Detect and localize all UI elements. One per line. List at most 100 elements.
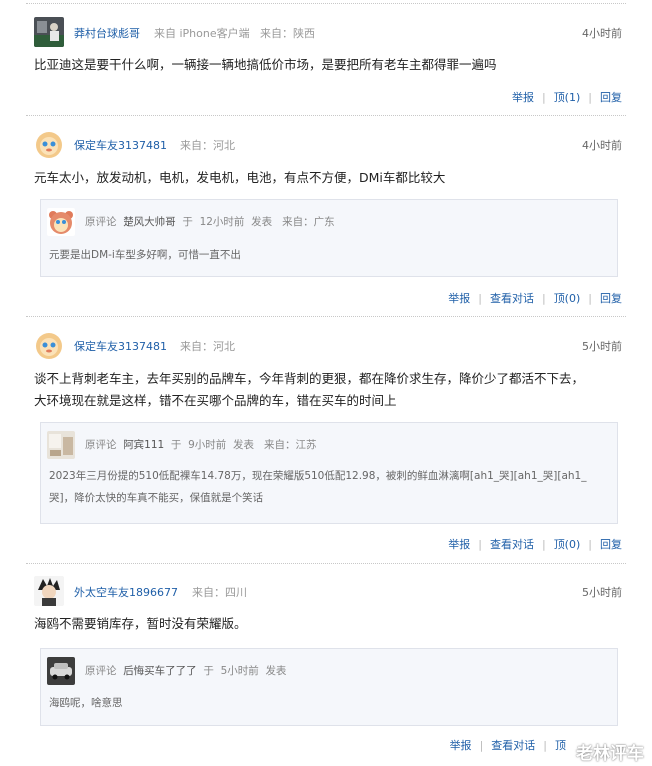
comment-header: 保定车友3137481 来自：河北 5小时前: [34, 330, 626, 360]
quote-posted: 发表: [251, 216, 273, 228]
quote-text: 海鸥呢，啥意思: [49, 697, 123, 709]
location-label: 来自：河北: [180, 139, 235, 152]
quote-text-line: 哭]，降价太快的车真不能买，保值就是个笑话: [49, 492, 264, 504]
dark-hair-character-avatar-icon: [34, 576, 64, 606]
comment-header: 莽村台球彪哥 来自 iPhone客户端 来自：陕西 4小时前: [34, 17, 626, 47]
like-link[interactable]: 顶: [555, 739, 566, 752]
view-conversation-link[interactable]: 查看对话: [491, 739, 535, 752]
comment-item: 外太空车友1896677 来自：四川 5小时前 海鸥不需要销库存，暂时没有荣耀版…: [26, 574, 626, 764]
divider: |: [588, 292, 592, 305]
quote-header: 原评论 后悔买车了了了 于 5小时前 发表: [85, 663, 286, 678]
quoted-comment: 原评论 阿宾111 于 9小时前 发表 来自：江苏 2023年三月份提的510低…: [40, 422, 618, 524]
quote-text-line: 2023年三月份提的510低配裸车14.78万，现在荣耀版510低配12.98，…: [49, 470, 587, 482]
comment-time: 4小时前: [582, 139, 622, 152]
car-photo-avatar-icon: [47, 657, 75, 685]
room-photo-avatar-icon: [47, 431, 75, 459]
view-conversation-link[interactable]: 查看对话: [490, 538, 534, 551]
quote-label: 原评论: [85, 665, 117, 677]
user-avatar[interactable]: [34, 129, 64, 159]
quote-avatar[interactable]: [47, 431, 75, 459]
username[interactable]: 保定车友3137481: [74, 137, 167, 153]
comment-item: 莽村台球彪哥 来自 iPhone客户端 来自：陕西 4小时前 比亚迪这是要干什么…: [26, 14, 626, 114]
reply-link[interactable]: 回复: [600, 538, 622, 551]
location-label: 来自：河北: [180, 340, 235, 353]
quote-avatar[interactable]: [47, 657, 75, 685]
quote-header: 原评论 阿宾111 于 9小时前 发表 来自：江苏: [85, 437, 317, 452]
comment-text-line: 大环境现在就是这样，错不在买哪个品牌的车，错在买车的时间上: [34, 393, 397, 408]
report-link[interactable]: 举报: [448, 292, 470, 305]
comment-item: 保定车友3137481 来自：河北 4小时前 元车太小，放发动机，电机，发电机，…: [26, 127, 626, 317]
quote-username[interactable]: 楚风大帅哥: [123, 216, 176, 228]
like-link[interactable]: 顶(0): [554, 292, 581, 305]
comment-time: 5小时前: [582, 586, 622, 599]
like-link[interactable]: 顶(1): [554, 91, 581, 104]
quote-location: 来自：江苏: [264, 439, 317, 451]
watermark: 老林评车: [576, 744, 644, 764]
quote-at: 于: [170, 439, 182, 451]
cartoon-face-avatar-icon: [34, 129, 64, 159]
quote-posted: 发表: [265, 665, 287, 677]
quote-text: 元要是出DM-i车型多好啊，可惜一直不出: [49, 249, 241, 261]
quote-label: 原评论: [85, 216, 117, 228]
quoted-comment: 原评论 后悔买车了了了 于 5小时前 发表 海鸥呢，啥意思: [40, 648, 618, 726]
divider: |: [541, 292, 546, 305]
divider: [26, 316, 626, 317]
top-divider: [26, 3, 626, 4]
comment-text-line: 谈不上背刺老车主，去年买别的品牌车，今年背刺的更狠，都在降价求生存，降价少了都活…: [34, 371, 585, 386]
quote-time: 5小时前: [220, 665, 259, 677]
user-avatar[interactable]: [34, 17, 64, 47]
location-label: 来自：陕西: [260, 27, 315, 40]
divider: |: [588, 538, 592, 551]
quote-time: 12小时前: [199, 216, 245, 228]
quote-at: 于: [182, 216, 193, 228]
report-link[interactable]: 举报: [512, 91, 534, 104]
divider: |: [478, 292, 482, 305]
comment-header: 外太空车友1896677 来自：四川 5小时前: [34, 576, 626, 606]
view-conversation-link[interactable]: 查看对话: [490, 292, 534, 305]
quote-header: 原评论 楚风大帅哥 于 12小时前 发表 来自：广东: [85, 214, 335, 229]
comment-actions: 举报 | 查看对话 | 顶(0) | 回复: [448, 290, 622, 306]
quote-username[interactable]: 后悔买车了了了: [123, 665, 197, 677]
divider: |: [478, 538, 482, 551]
divider: [26, 115, 626, 116]
comment-text: 元车太小，放发动机，电机，发电机，电池，有点不方便，DMi车都比较大: [34, 170, 446, 185]
quote-label: 原评论: [85, 439, 117, 451]
quote-time: 9小时前: [188, 439, 227, 451]
user-avatar[interactable]: [34, 330, 64, 360]
source-label: 来自 iPhone客户端: [154, 27, 250, 40]
comment-item: 保定车友3137481 来自：河北 5小时前 谈不上背刺老车主，去年买别的品牌车…: [26, 328, 626, 564]
quote-avatar[interactable]: [47, 208, 75, 236]
report-link[interactable]: 举报: [448, 538, 470, 551]
comment-time: 5小时前: [582, 340, 622, 353]
comment-text: 谈不上背刺老车主，去年买别的品牌车，今年背刺的更狠，都在降价求生存，降价少了都活…: [34, 368, 618, 412]
reply-link[interactable]: 回复: [600, 91, 622, 104]
like-link[interactable]: 顶(0): [554, 538, 581, 551]
reply-link[interactable]: 回复: [600, 292, 622, 305]
location-label: 来自：四川: [192, 586, 247, 599]
divider: |: [588, 91, 592, 104]
comment-text: 比亚迪这是要干什么啊，一辆接一辆地搞低价市场，是要把所有老车主都得罪一遍吗: [34, 57, 497, 72]
comment-actions: 举报 | 顶(1) | 回复: [512, 89, 622, 105]
comment-time: 4小时前: [582, 27, 622, 40]
divider: |: [541, 91, 546, 104]
comment-actions: 举报 | 查看对话 | 顶(0) | 回复: [448, 536, 622, 552]
bear-cartoon-avatar-icon: [47, 208, 75, 236]
comment-actions: 举报 | 查看对话 | 顶: [450, 737, 566, 753]
quote-at: 于: [203, 665, 214, 677]
comment-header: 保定车友3137481 来自：河北 4小时前: [34, 129, 626, 159]
report-link[interactable]: 举报: [450, 739, 472, 752]
divider: [26, 563, 626, 564]
divider: |: [479, 739, 484, 752]
user-avatar[interactable]: [34, 576, 64, 606]
quote-location: 来自：广东: [282, 216, 335, 228]
username[interactable]: 外太空车友1896677: [74, 584, 178, 600]
divider: |: [543, 739, 547, 752]
billiards-user-photo-icon: [34, 17, 64, 47]
quote-username[interactable]: 阿宾111: [123, 439, 164, 451]
comment-text: 海鸥不需要销库存，暂时没有荣耀版。: [34, 616, 247, 631]
username[interactable]: 莽村台球彪哥: [74, 25, 140, 41]
quote-posted: 发表: [232, 439, 254, 451]
quote-text: 2023年三月份提的510低配裸车14.78万，现在荣耀版510低配12.98，…: [49, 465, 607, 509]
quoted-comment: 原评论 楚风大帅哥 于 12小时前 发表 来自：广东 元要是出DM-i车型多好啊…: [40, 199, 618, 277]
username[interactable]: 保定车友3137481: [74, 338, 167, 354]
